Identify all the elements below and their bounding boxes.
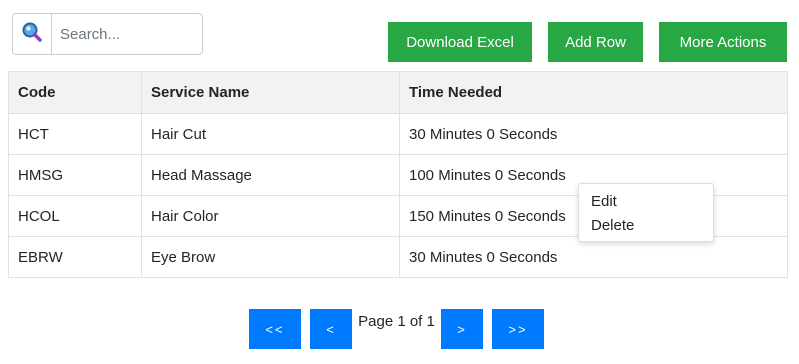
search-input[interactable] (52, 14, 202, 54)
download-excel-button[interactable]: Download Excel (388, 22, 532, 62)
search-addon[interactable] (13, 14, 52, 54)
table-row[interactable]: HCT Hair Cut 30 Minutes 0 Seconds (8, 113, 788, 155)
search-box (12, 13, 203, 55)
cell-service-name: Hair Cut (141, 113, 400, 155)
more-actions-button[interactable]: More Actions (659, 22, 787, 62)
cell-service-name: Eye Brow (141, 236, 400, 278)
column-header-code[interactable]: Code (8, 71, 142, 114)
toolbar: Download Excel Add Row More Actions (0, 0, 799, 66)
page-info: Page 1 of 1 (358, 313, 435, 330)
cell-code: HCOL (8, 195, 142, 237)
cell-code: HMSG (8, 154, 142, 196)
cell-code: EBRW (8, 236, 142, 278)
cell-code: HCT (8, 113, 142, 155)
row-context-menu: Edit Delete (578, 183, 714, 242)
next-page-button[interactable]: > (441, 309, 483, 349)
context-menu-edit[interactable]: Edit (579, 190, 713, 214)
previous-page-button[interactable]: < (310, 309, 352, 349)
add-row-button[interactable]: Add Row (548, 22, 643, 62)
search-icon[interactable] (21, 21, 43, 48)
context-menu-delete[interactable]: Delete (579, 214, 713, 238)
services-table: Code Service Name Time Needed HCT Hair C… (8, 71, 788, 278)
last-page-button[interactable]: >> (492, 309, 544, 349)
first-page-button[interactable]: << (249, 309, 301, 349)
column-header-service-name[interactable]: Service Name (141, 71, 400, 114)
cell-time-needed: 30 Minutes 0 Seconds (399, 236, 788, 278)
cell-time-needed: 30 Minutes 0 Seconds (399, 113, 788, 155)
table-row[interactable]: EBRW Eye Brow 30 Minutes 0 Seconds (8, 236, 788, 278)
cell-service-name: Hair Color (141, 195, 400, 237)
table-header-row: Code Service Name Time Needed (8, 71, 788, 114)
cell-service-name: Head Massage (141, 154, 400, 196)
pagination: << < Page 1 of 1 > >> (0, 309, 799, 349)
column-header-time-needed[interactable]: Time Needed (399, 71, 788, 114)
